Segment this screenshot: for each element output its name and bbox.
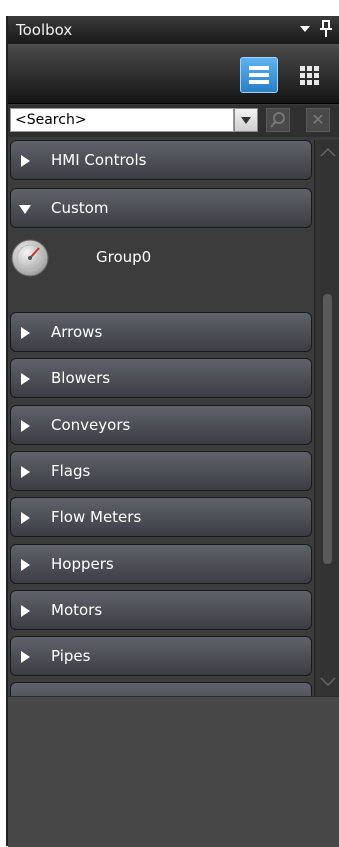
list-view-button[interactable] (240, 57, 278, 93)
panel-menu-dropdown-icon[interactable] (300, 26, 310, 32)
collapse-arrow-icon (19, 205, 31, 214)
expand-arrow-icon (21, 466, 30, 478)
category-partially-visible[interactable] (10, 682, 312, 696)
category-flags[interactable]: Flags (10, 451, 312, 491)
grid-view-icon (300, 66, 305, 71)
search-input[interactable]: <Search> (10, 108, 234, 132)
category-label: Motors (51, 601, 103, 619)
category-label: Custom (51, 199, 109, 217)
category-label: Arrows (51, 323, 103, 341)
category-hoppers[interactable]: Hoppers (10, 544, 312, 584)
expand-arrow-icon (21, 155, 30, 167)
expand-arrow-icon (21, 605, 30, 617)
category-flow-meters[interactable]: Flow Meters (10, 497, 312, 537)
category-label: Pipes (51, 647, 91, 665)
toolbox-item-label: Group0 (96, 248, 152, 266)
search-dropdown-button[interactable] (234, 108, 258, 132)
category-custom[interactable]: Custom (10, 188, 312, 228)
category-label: Blowers (51, 369, 111, 387)
category-hmi-controls[interactable]: HMI Controls (10, 140, 312, 180)
toolbox-panel: Toolbox <Search> ✕ HMI Controls Custom G… (6, 16, 339, 847)
expand-arrow-icon (21, 559, 30, 571)
scroll-down-icon[interactable] (317, 670, 339, 692)
category-label: Hoppers (51, 555, 114, 573)
toolbox-item-group0[interactable]: Group0 (8, 236, 312, 286)
category-label: Conveyors (51, 416, 131, 434)
title-bar: Toolbox (8, 16, 339, 44)
list-scrollbar[interactable] (314, 140, 339, 696)
pin-icon[interactable] (320, 20, 332, 38)
expand-arrow-icon (21, 327, 30, 339)
category-label: Flow Meters (51, 508, 142, 526)
category-list: HMI Controls Custom Group0 Arrows Blower… (8, 140, 314, 696)
clear-search-button[interactable]: ✕ (306, 108, 330, 132)
expand-arrow-icon (21, 651, 30, 663)
window-title: Toolbox (16, 21, 73, 39)
expand-arrow-icon (21, 420, 30, 432)
category-motors[interactable]: Motors (10, 590, 312, 630)
category-label: HMI Controls (51, 151, 147, 169)
grid-view-button[interactable] (290, 57, 328, 93)
category-conveyors[interactable]: Conveyors (10, 405, 312, 445)
category-arrows[interactable]: Arrows (10, 312, 312, 352)
description-area (8, 696, 339, 847)
expand-arrow-icon (21, 373, 30, 385)
category-pipes[interactable]: Pipes (10, 636, 312, 676)
expand-arrow-icon (21, 512, 30, 524)
scroll-thumb[interactable] (323, 294, 332, 564)
close-icon: ✕ (311, 110, 325, 129)
category-blowers[interactable]: Blowers (10, 358, 312, 398)
scroll-up-icon[interactable] (317, 142, 339, 164)
search-button[interactable] (266, 108, 290, 132)
view-toolbar (8, 44, 339, 104)
category-label: Flags (51, 462, 91, 480)
search-icon (270, 112, 285, 128)
gauge-icon (11, 239, 49, 277)
list-view-icon (249, 66, 269, 70)
chevron-down-icon (241, 117, 251, 124)
search-row: <Search> ✕ (8, 105, 339, 137)
